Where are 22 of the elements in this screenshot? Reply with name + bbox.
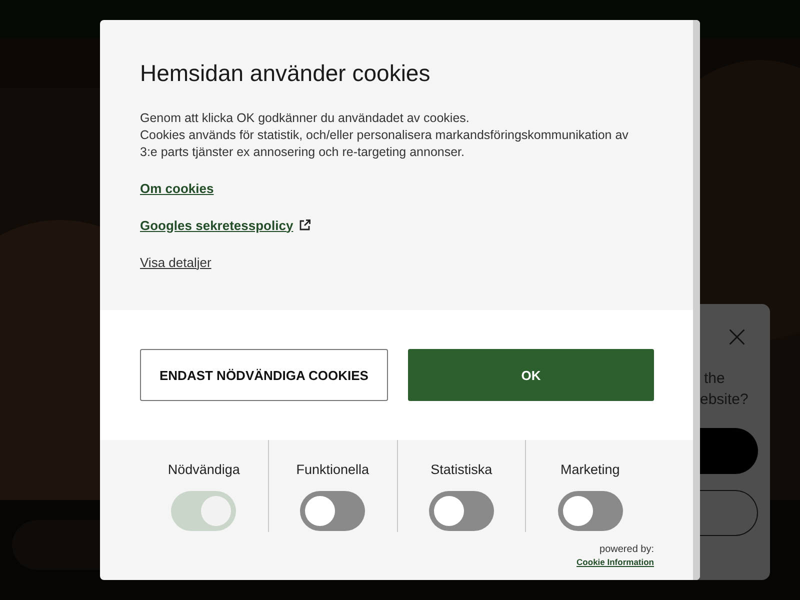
provider-link[interactable]: Cookie Information xyxy=(576,557,654,567)
ok-button[interactable]: OK xyxy=(408,349,654,401)
scrollbar[interactable] xyxy=(693,20,700,580)
card-text: the xyxy=(704,370,725,387)
description-text: Cookies används för statistik, och/eller personalisera markandsföringskommunikation av 3:e parts tjänster ex annosering och re-targeting annonser. xyxy=(140,127,630,161)
link[interactable]: Visa detaljer xyxy=(140,254,212,270)
toggle-switch[interactable] xyxy=(428,491,494,531)
category-label: Nödvändiga xyxy=(168,462,240,477)
powered-by-text: powered by: xyxy=(600,544,654,555)
dialog-title: Hemsidan använder cookies xyxy=(140,60,432,87)
external-link-icon xyxy=(299,219,312,231)
necessary-only-button[interactable]: ENDAST NÖDVÄNDIGA COOKIES xyxy=(140,349,388,401)
link[interactable]: Om cookies xyxy=(140,180,214,196)
category-label: Marketing xyxy=(560,462,620,477)
category-label: Funktionella xyxy=(296,462,370,477)
description-text: Genom att klicka OK godkänner du användadet av cookies. xyxy=(140,110,470,127)
close-icon xyxy=(728,328,746,346)
category-label: Statistiska xyxy=(430,462,492,477)
toggle-switch[interactable] xyxy=(300,491,366,531)
link[interactable]: Googles sekretesspolicy xyxy=(140,218,294,232)
toggle-switch[interactable] xyxy=(558,491,623,531)
card-text: ebsite? xyxy=(700,391,748,408)
